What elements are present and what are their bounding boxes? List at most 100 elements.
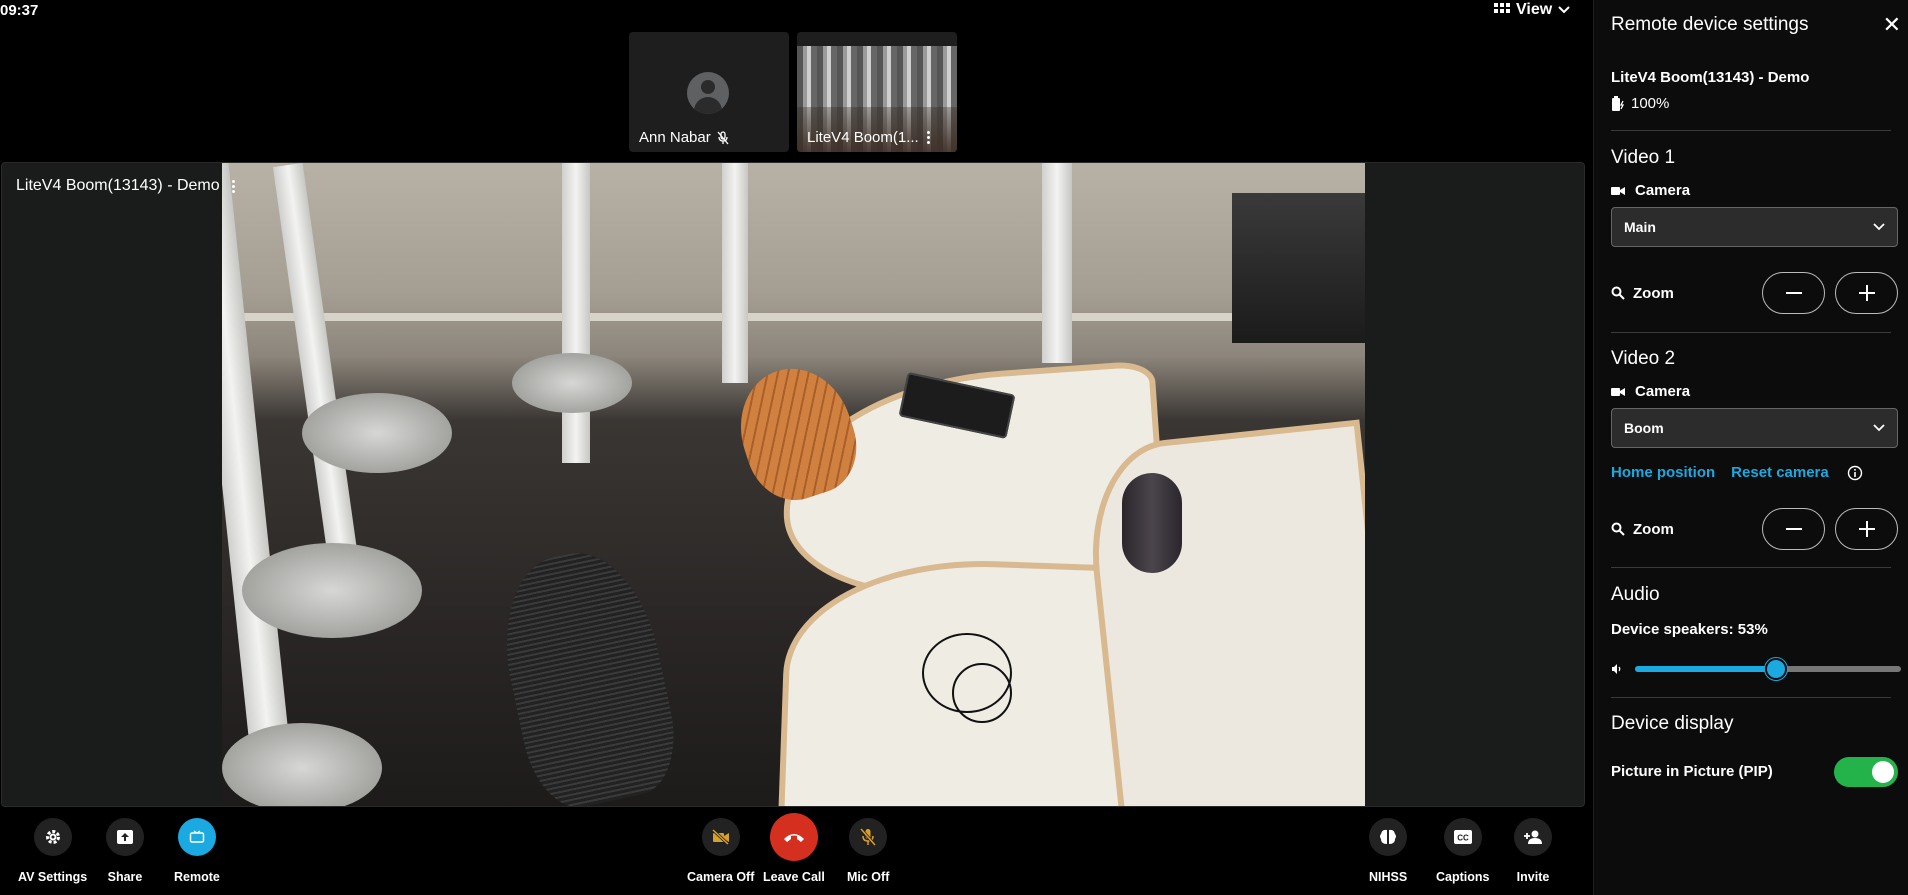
- video2-camera-label: Camera: [1611, 383, 1690, 400]
- device-speakers-label: Device speakers: 53%: [1611, 621, 1768, 638]
- remote-label: Remote: [174, 870, 220, 884]
- battery-charging-icon: [1612, 95, 1625, 111]
- zoom-label-text: Zoom: [1633, 520, 1674, 538]
- plus-icon: [1858, 521, 1875, 537]
- video1-zoom-out-button[interactable]: [1762, 272, 1825, 314]
- main-video-stage: LiteV4 Boom(13143) - Demo: [1, 162, 1585, 807]
- panel-header: Remote device settings ✕: [1611, 14, 1901, 36]
- chevron-down-icon: [1558, 6, 1570, 14]
- invite-button[interactable]: Invite: [1514, 818, 1552, 884]
- close-icon[interactable]: ✕: [1883, 14, 1901, 36]
- device-display-title: Device display: [1611, 713, 1734, 734]
- remote-camera-feed: [222, 163, 1365, 806]
- slider-fill: [1635, 666, 1776, 672]
- audio-title: Audio: [1611, 584, 1660, 605]
- video-camera-icon: [1611, 186, 1625, 195]
- svg-text:CC: CC: [1457, 834, 1469, 843]
- mic-muted-icon: [717, 130, 729, 144]
- speaker-volume-icon: [1612, 664, 1621, 674]
- chevron-down-icon: [1873, 223, 1885, 231]
- zoom-label-text: Zoom: [1633, 284, 1674, 302]
- gear-icon: [33, 818, 72, 856]
- divider: [1611, 130, 1891, 131]
- video-camera-icon: [1611, 387, 1625, 396]
- camera-off-label: Camera Off: [687, 870, 755, 884]
- participant-tile-litev4-boom[interactable]: LiteV4 Boom(1...: [797, 32, 957, 152]
- camera-label-text: Camera: [1635, 383, 1691, 400]
- add-person-icon: [1514, 818, 1552, 856]
- participant-name-tag: Ann Nabar: [639, 129, 729, 146]
- av-settings-button[interactable]: AV Settings: [18, 818, 87, 884]
- info-icon[interactable]: [1847, 465, 1863, 481]
- reset-camera-link[interactable]: Reset camera: [1731, 464, 1829, 481]
- plus-icon: [1858, 285, 1875, 301]
- leave-call-label: Leave Call: [763, 870, 825, 884]
- video2-camera-actions: Home position Reset camera: [1611, 464, 1863, 481]
- remote-display-icon: [177, 818, 216, 856]
- brain-icon: [1369, 818, 1408, 856]
- video1-camera-select[interactable]: Main: [1611, 207, 1898, 247]
- video1-zoom-in-button[interactable]: [1835, 272, 1898, 314]
- grid-icon: [1494, 3, 1510, 13]
- device-name: LiteV4 Boom(13143) - Demo: [1611, 69, 1810, 86]
- participant-tile-ann-nabar[interactable]: Ann Nabar: [629, 32, 789, 152]
- video2-zoom-in-button[interactable]: [1835, 508, 1898, 550]
- video2-zoom-out-button[interactable]: [1762, 508, 1825, 550]
- pip-label: Picture in Picture (PIP): [1611, 763, 1773, 780]
- captions-button[interactable]: CC Captions: [1436, 818, 1489, 884]
- clock: 09:37: [0, 2, 39, 19]
- more-options-icon[interactable]: [230, 179, 237, 193]
- minus-icon: [1785, 292, 1802, 294]
- avatar-placeholder-icon: [687, 72, 729, 114]
- search-icon: [1611, 286, 1625, 300]
- more-options-icon[interactable]: [925, 131, 932, 144]
- pip-toggle[interactable]: [1834, 757, 1898, 787]
- video1-camera-value: Main: [1624, 219, 1656, 235]
- camera-off-button[interactable]: Camera Off: [687, 818, 754, 884]
- av-settings-label: AV Settings: [18, 870, 88, 884]
- leave-call-button[interactable]: Leave Call: [763, 813, 825, 884]
- minus-icon: [1785, 528, 1802, 530]
- mic-off-button[interactable]: Mic Off: [847, 818, 889, 884]
- main-video-name: LiteV4 Boom(13143) - Demo: [16, 177, 220, 194]
- mic-off-icon: [849, 818, 888, 856]
- speaker-volume-row: [1611, 658, 1901, 680]
- view-menu-button[interactable]: View: [1494, 0, 1570, 20]
- video1-title: Video 1: [1611, 147, 1676, 168]
- participant-name: Ann Nabar: [639, 129, 711, 146]
- zoom-label: Zoom: [1611, 285, 1674, 302]
- battery-status: 100%: [1611, 95, 1669, 112]
- divider: [1611, 697, 1891, 698]
- panel-title: Remote device settings: [1611, 14, 1809, 35]
- slider-handle[interactable]: [1764, 658, 1787, 680]
- divider: [1611, 332, 1891, 333]
- toggle-knob: [1872, 761, 1894, 783]
- speaker-volume-slider[interactable]: [1635, 658, 1901, 680]
- nihss-button[interactable]: NIHSS: [1369, 818, 1407, 884]
- chevron-down-icon: [1873, 424, 1885, 432]
- zoom-label: Zoom: [1611, 521, 1674, 538]
- remote-button[interactable]: Remote: [174, 818, 220, 884]
- captions-icon: CC: [1443, 818, 1482, 856]
- search-icon: [1611, 522, 1625, 536]
- video2-title: Video 2: [1611, 348, 1676, 369]
- participant-name: LiteV4 Boom(1...: [807, 129, 919, 146]
- camera-off-icon: [701, 818, 740, 856]
- video2-camera-select[interactable]: Boom: [1611, 408, 1898, 448]
- video2-camera-value: Boom: [1624, 420, 1664, 436]
- share-screen-icon: [106, 818, 144, 856]
- video1-zoom-row: Zoom: [1611, 272, 1898, 314]
- divider: [1611, 567, 1891, 568]
- mic-off-label: Mic Off: [847, 870, 890, 884]
- battery-level: 100%: [1631, 95, 1670, 112]
- view-menu-label: View: [1516, 1, 1553, 18]
- home-position-link[interactable]: Home position: [1611, 464, 1715, 481]
- invite-label: Invite: [1516, 870, 1550, 884]
- hang-up-icon: [769, 813, 818, 861]
- nihss-label: NIHSS: [1369, 870, 1408, 884]
- remote-device-settings-panel: Remote device settings ✕ LiteV4 Boom(131…: [1593, 0, 1908, 895]
- participant-name-tag: LiteV4 Boom(1...: [807, 129, 932, 146]
- video2-zoom-row: Zoom: [1611, 508, 1898, 550]
- captions-label: Captions: [1436, 870, 1490, 884]
- share-button[interactable]: Share: [106, 818, 144, 884]
